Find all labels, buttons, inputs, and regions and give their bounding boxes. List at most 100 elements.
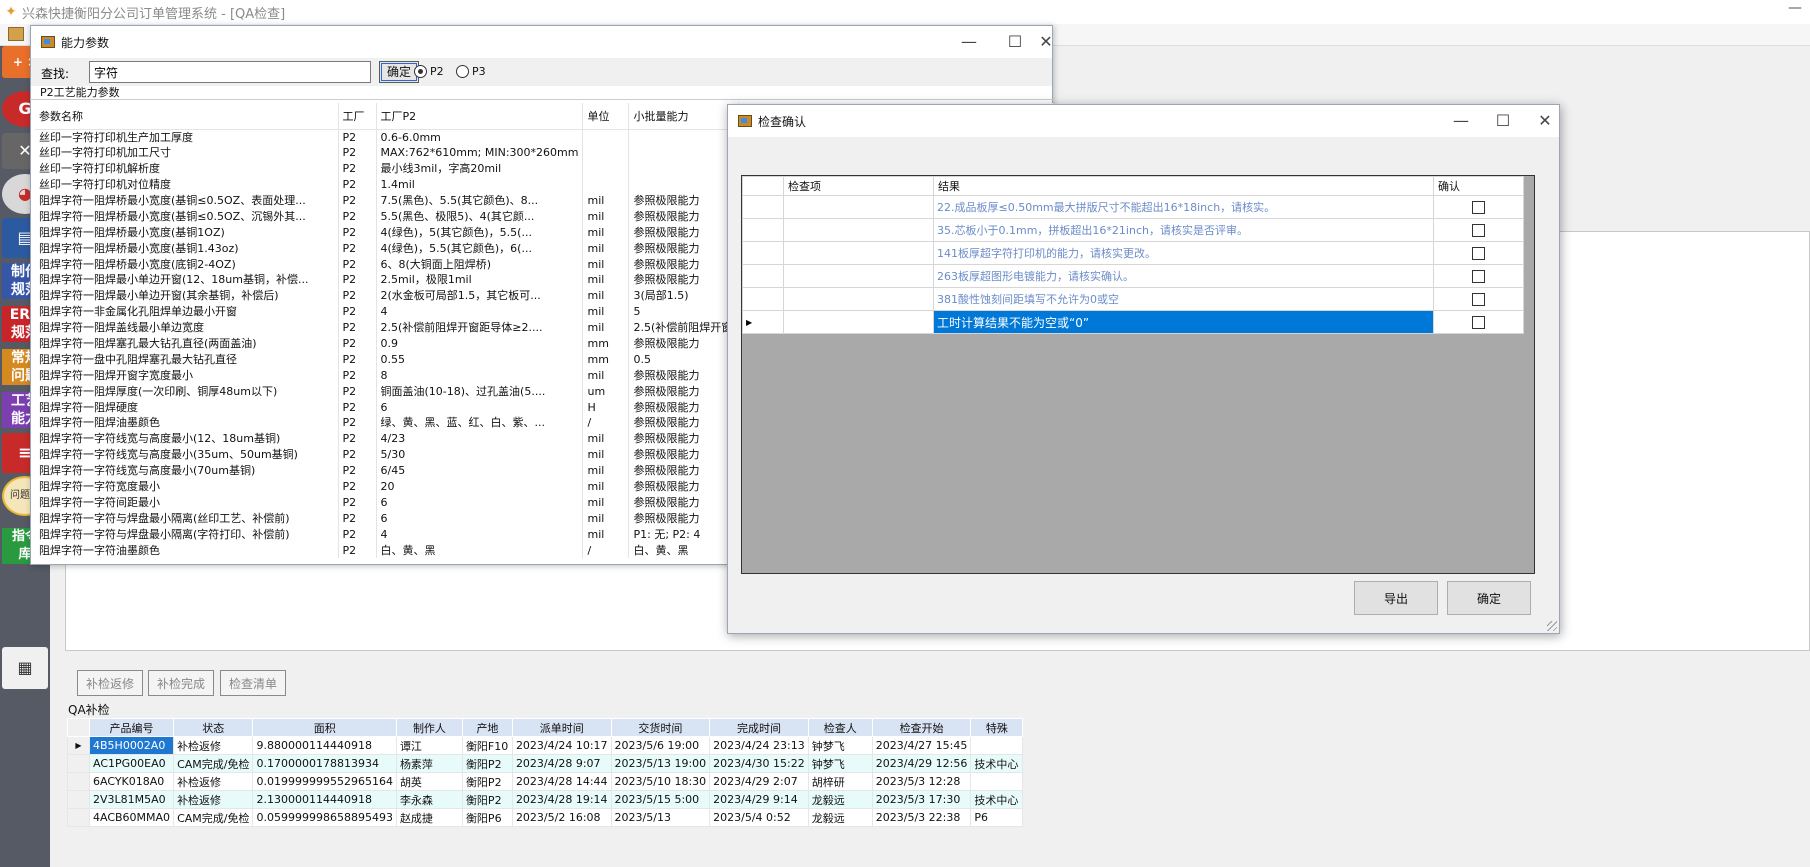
column-header[interactable]: 工厂P2 bbox=[376, 103, 584, 130]
check-item-cell[interactable] bbox=[783, 264, 934, 288]
table-cell[interactable]: H bbox=[582, 399, 630, 416]
table-cell[interactable]: P2 bbox=[338, 462, 377, 479]
table-cell[interactable]: 胡梓研 bbox=[807, 772, 873, 791]
table-cell[interactable] bbox=[628, 129, 740, 145]
close-icon[interactable]: ✕ bbox=[1522, 105, 1568, 137]
table-cell[interactable]: um bbox=[582, 383, 630, 400]
table-row[interactable]: ▶ 4B5H0002A0 补检返修 9.880000114440918 谭江 衡… bbox=[67, 736, 1024, 755]
table-cell[interactable]: 阻焊字符一阻焊硬度 bbox=[35, 399, 339, 416]
table-cell[interactable]: 铜面盖油(10-18)、过孔盖油(5.... bbox=[376, 383, 584, 400]
table-cell[interactable]: P2 bbox=[338, 510, 377, 527]
table-cell[interactable]: 0.059999998658895493 bbox=[252, 808, 397, 827]
table-cell[interactable]: 2(水金板可局部1.5，其它板可... bbox=[376, 287, 584, 304]
column-header[interactable]: 制作人 bbox=[395, 718, 463, 737]
table-cell[interactable]: P2 bbox=[338, 256, 377, 273]
confirm-checkbox[interactable] bbox=[1472, 292, 1485, 306]
table-row[interactable]: 4ACB60MMA0 CAM完成/免检 0.059999998658895493… bbox=[67, 808, 1024, 827]
maximize-icon[interactable]: ☐ bbox=[992, 26, 1038, 58]
table-cell[interactable]: 参照极限能力 bbox=[628, 415, 740, 431]
column-header[interactable]: 产地 bbox=[461, 718, 513, 737]
check-result-cell[interactable]: 22.成品板厚≤0.50mm最大拼版尺寸不能超出16*18inch，请核实。 bbox=[933, 195, 1434, 219]
table-cell[interactable]: 0.55 bbox=[376, 351, 584, 368]
table-cell[interactable]: 6/45 bbox=[376, 462, 584, 479]
table-cell[interactable]: MAX:762*610mm; MIN:300*260mm bbox=[376, 144, 584, 161]
check-result-cell[interactable]: 工时计算结果不能为空或“0” bbox=[933, 310, 1434, 334]
table-cell[interactable]: 阻焊字符一阻焊最小单边开窗(其余基铜，补偿后) bbox=[35, 287, 339, 304]
column-header[interactable]: 小批量能力 bbox=[628, 103, 740, 130]
table-cell[interactable] bbox=[628, 144, 740, 161]
column-header[interactable]: 结果 bbox=[933, 176, 1434, 196]
table-cell[interactable]: 2023/4/28 14:44 bbox=[511, 772, 612, 791]
confirm-checkbox[interactable] bbox=[1472, 246, 1485, 260]
column-header[interactable]: 面积 bbox=[252, 718, 397, 737]
check-result-cell[interactable]: 381酸性蚀刻间距填写不允许为0或空 bbox=[933, 287, 1434, 311]
table-row[interactable]: 阻焊字符一阻焊厚度(一次印刷、铜厚48um以下) P2 铜面盖油(10-18)、过孔… bbox=[35, 383, 740, 400]
table-cell[interactable]: mil bbox=[582, 526, 630, 543]
table-cell[interactable]: 2023/4/29 2:07 bbox=[709, 772, 809, 791]
table-cell[interactable]: 5 bbox=[628, 303, 740, 320]
table-cell[interactable]: mil bbox=[582, 272, 630, 288]
table-cell[interactable]: P2 bbox=[338, 494, 377, 511]
table-cell[interactable]: mil bbox=[582, 287, 630, 304]
table-cell[interactable]: 阻焊字符一字符宽度最小 bbox=[35, 478, 339, 495]
table-cell[interactable]: P2 bbox=[338, 303, 377, 320]
table-cell[interactable]: P2 bbox=[338, 446, 377, 463]
table-cell[interactable]: 2023/4/29 9:14 bbox=[709, 790, 809, 809]
table-cell[interactable]: 2V3L81M5A0 bbox=[88, 790, 175, 809]
table-cell[interactable]: 阻焊字符一字符间距最小 bbox=[35, 494, 339, 511]
table-cell[interactable]: 2023/4/28 9:07 bbox=[511, 754, 612, 773]
table-cell[interactable]: 2023/5/15 5:00 bbox=[610, 790, 711, 809]
table-cell[interactable]: 0.1700000178813934 bbox=[252, 754, 397, 773]
table-cell[interactable]: 2023/4/24 23:13 bbox=[709, 736, 809, 755]
table-cell[interactable]: mm bbox=[582, 335, 630, 352]
confirm-checkbox[interactable] bbox=[1472, 223, 1485, 237]
table-cell[interactable]: 阻焊字符一字符线宽与高度最小(35um、50um基铜) bbox=[35, 446, 339, 463]
table-cell[interactable]: 阻焊字符一字符与焊盘最小隔离(丝印工艺、补偿前) bbox=[35, 510, 339, 527]
table-cell[interactable]: 最小线3mil，字高20mil bbox=[376, 160, 584, 177]
table-cell[interactable]: 阻焊字符一阻焊桥最小宽度(基铜≤0.5OZ、沉锡外其... bbox=[35, 208, 339, 225]
table-cell[interactable]: 阻焊字符一阻焊盖线最小单边宽度 bbox=[35, 319, 339, 336]
table-cell[interactable]: 补检返修 bbox=[173, 772, 254, 791]
table-row[interactable]: 2V3L81M5A0 补检返修 2.130000114440918 李永森 衡阳… bbox=[67, 790, 1024, 809]
table-cell[interactable]: 2023/4/27 15:45 bbox=[871, 736, 972, 755]
table-cell[interactable]: 钟梦飞 bbox=[807, 736, 873, 755]
table-row[interactable]: 6ACYK018A0 补检返修 0.019999999552965164 胡英 … bbox=[67, 772, 1024, 791]
table-cell[interactable]: 衡阳P2 bbox=[461, 754, 513, 773]
table-cell[interactable]: P2 bbox=[338, 335, 377, 352]
table-cell[interactable]: 阻焊字符一阻焊桥最小宽度(基铜1.43oz) bbox=[35, 240, 339, 257]
column-header[interactable]: 单位 bbox=[582, 103, 630, 130]
table-cell[interactable]: mil bbox=[582, 256, 630, 273]
table-cell[interactable]: 5/30 bbox=[376, 446, 584, 463]
table-cell[interactable]: 丝印一字符打印机解析度 bbox=[35, 160, 339, 177]
table-cell[interactable]: 技术中心 bbox=[970, 754, 1024, 773]
table-row[interactable]: 阻焊字符一阻焊开窗字宽度最小 P2 8 mil 参照极限能力 bbox=[35, 367, 740, 384]
table-cell[interactable]: 谭江 bbox=[395, 736, 463, 755]
recheck-repair-button[interactable]: 补检返修 bbox=[77, 670, 143, 696]
column-header[interactable]: 交货时间 bbox=[610, 718, 711, 737]
table-cell[interactable]: 2023/5/13 19:00 bbox=[610, 754, 711, 773]
table-row[interactable]: 阻焊字符一阻焊最小单边开窗(12、18um基铜，补偿... P2 2.5mil，极限… bbox=[35, 272, 740, 288]
table-cell[interactable]: 0.9 bbox=[376, 335, 584, 352]
table-cell[interactable]: P2 bbox=[338, 351, 377, 368]
table-row[interactable]: 阻焊字符一阻焊桥最小宽度(底铜2-4OZ) P2 6、8(大铜面上阻焊桥) mil 参照… bbox=[35, 256, 740, 273]
table-row[interactable]: 阻焊字符一字符间距最小 P2 6 mil 参照极限能力 bbox=[35, 494, 740, 511]
column-header[interactable]: 检查项 bbox=[783, 176, 934, 196]
table-cell[interactable]: 2.130000114440918 bbox=[252, 790, 397, 809]
table-cell[interactable]: 3(局部1.5) bbox=[628, 287, 740, 304]
table-cell[interactable]: P6 bbox=[970, 808, 1024, 827]
table-cell[interactable] bbox=[628, 176, 740, 193]
table-cell[interactable]: mil bbox=[582, 319, 630, 336]
table-cell[interactable]: mil bbox=[582, 303, 630, 320]
table-cell[interactable]: 阻焊字符一阻焊桥最小宽度(基铜1OZ) bbox=[35, 224, 339, 241]
table-cell[interactable]: 阻焊字符一字符油墨颜色 bbox=[35, 542, 339, 559]
table-cell[interactable]: 参照极限能力 bbox=[628, 430, 740, 447]
app-minimize-button[interactable]: — bbox=[1788, 0, 1802, 16]
table-cell[interactable]: 阻焊字符一盘中孔阻焊塞孔最大钻孔直径 bbox=[35, 351, 339, 368]
table-cell[interactable]: mil bbox=[582, 494, 630, 511]
table-cell[interactable]: 丝印一字符打印机对位精度 bbox=[35, 176, 339, 193]
table-cell[interactable]: 白、黄、黑 bbox=[628, 542, 740, 559]
table-cell[interactable]: 0.019999999552965164 bbox=[252, 772, 397, 791]
table-cell[interactable]: 4ACB60MMA0 bbox=[88, 808, 175, 827]
minimize-icon[interactable]: — bbox=[946, 26, 992, 58]
search-input[interactable] bbox=[89, 61, 371, 83]
